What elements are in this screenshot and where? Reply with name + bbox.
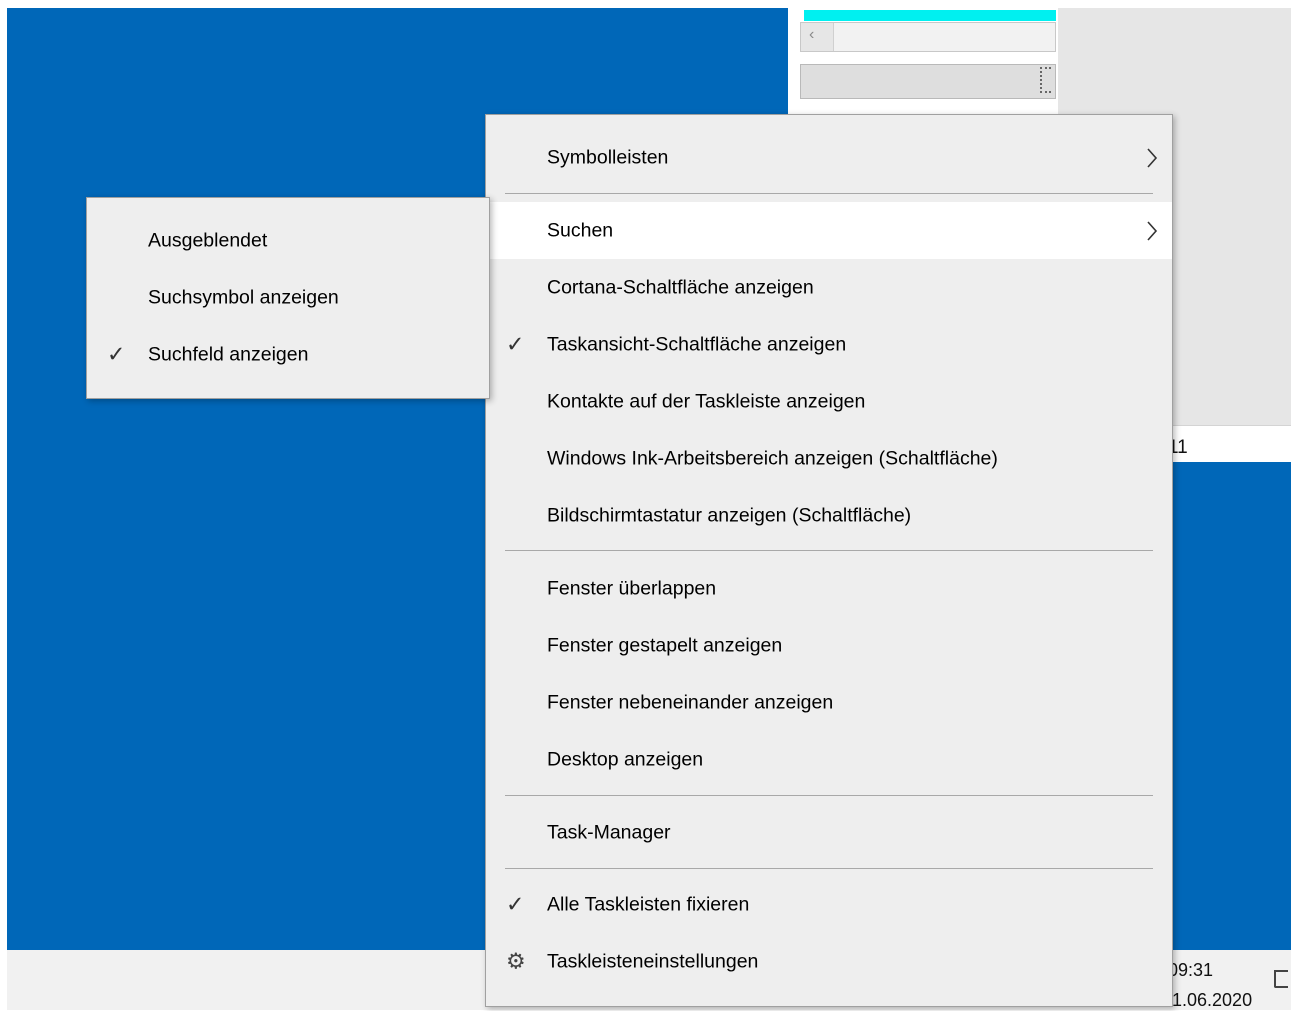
taskbar-clock-date[interactable]: 1.06.2020 bbox=[1172, 990, 1252, 1011]
background-window-scrollbar[interactable]: ‹ bbox=[800, 22, 1056, 52]
menu-item-taskbar-settings[interactable]: ⚙ Taskleisteneinstellungen bbox=[486, 933, 1172, 990]
menu-item-show-desktop[interactable]: Desktop anzeigen bbox=[486, 731, 1172, 788]
menu-item-label: Suchfeld anzeigen bbox=[148, 343, 309, 365]
gear-icon: ⚙ bbox=[506, 947, 526, 973]
taskbar-clock-time[interactable]: 09:31 bbox=[1168, 960, 1213, 981]
menu-item-label: Symbolleisten bbox=[547, 146, 669, 168]
menu-item-label: Suchen bbox=[547, 219, 614, 241]
menu-item-touch-keyboard[interactable]: Bildschirmtastatur anzeigen (Schaltfläch… bbox=[486, 487, 1172, 544]
menu-item-symbolleisten[interactable]: Symbolleisten bbox=[486, 129, 1172, 186]
menu-item-label: Fenster gestapelt anzeigen bbox=[547, 634, 783, 656]
menu-item-taskview-button[interactable]: ✓ Taskansicht-Schaltfläche anzeigen bbox=[486, 316, 1172, 373]
menu-item-label: Ausgeblendet bbox=[148, 229, 268, 251]
menu-item-windows-ink[interactable]: Windows Ink-Arbeitsbereich anzeigen (Sch… bbox=[486, 430, 1172, 487]
scroll-left-icon[interactable]: ‹ bbox=[809, 26, 814, 44]
check-icon: ✓ bbox=[107, 340, 126, 366]
menu-item-label: Fenster überlappen bbox=[547, 577, 717, 599]
menu-item-task-manager[interactable]: Task-Manager bbox=[486, 804, 1172, 861]
menu-item-suchen[interactable]: Suchen bbox=[486, 202, 1172, 259]
menu-item-label: Taskleisteneinstellungen bbox=[547, 950, 759, 972]
notification-center-icon[interactable] bbox=[1274, 970, 1288, 988]
chevron-right-icon bbox=[1147, 147, 1158, 168]
menu-item-label: Desktop anzeigen bbox=[547, 748, 704, 770]
menu-item-label: Alle Taskleisten fixieren bbox=[547, 893, 750, 915]
menu-item-label: Cortana-Schaltfläche anzeigen bbox=[547, 276, 814, 298]
submenu-item-search-icon[interactable]: Suchsymbol anzeigen bbox=[87, 269, 489, 326]
background-window-field[interactable] bbox=[800, 64, 1056, 99]
menu-item-label: Kontakte auf der Taskleiste anzeigen bbox=[547, 390, 866, 412]
taskbar-context-menu: Symbolleisten Suchen Cortana-Schaltfläch… bbox=[485, 114, 1173, 1007]
menu-item-contacts[interactable]: Kontakte auf der Taskleiste anzeigen bbox=[486, 373, 1172, 430]
check-icon: ✓ bbox=[506, 330, 525, 356]
menu-separator bbox=[505, 868, 1153, 869]
chevron-right-icon bbox=[1147, 220, 1158, 241]
search-submenu: Ausgeblendet Suchsymbol anzeigen ✓ Suchf… bbox=[86, 197, 490, 399]
menu-item-label: Taskansicht-Schaltfläche anzeigen bbox=[547, 333, 847, 355]
menu-item-cascade-windows[interactable]: Fenster überlappen bbox=[486, 560, 1172, 617]
field-edge-icon bbox=[1040, 67, 1051, 93]
menu-item-label: Task-Manager bbox=[547, 821, 671, 843]
scrollbar-track[interactable] bbox=[833, 23, 1055, 51]
menu-item-label: Suchsymbol anzeigen bbox=[148, 286, 339, 308]
menu-item-stack-windows[interactable]: Fenster gestapelt anzeigen bbox=[486, 617, 1172, 674]
submenu-item-search-box[interactable]: ✓ Suchfeld anzeigen bbox=[87, 326, 489, 383]
menu-item-label: Bildschirmtastatur anzeigen (Schaltfläch… bbox=[547, 504, 912, 526]
submenu-item-hidden[interactable]: Ausgeblendet bbox=[87, 212, 489, 269]
menu-item-cortana-button[interactable]: Cortana-Schaltfläche anzeigen bbox=[486, 259, 1172, 316]
check-icon: ✓ bbox=[506, 890, 525, 916]
menu-item-label: Windows Ink-Arbeitsbereich anzeigen (Sch… bbox=[547, 447, 998, 469]
menu-separator bbox=[505, 550, 1153, 551]
menu-item-lock-taskbars[interactable]: ✓ Alle Taskleisten fixieren bbox=[486, 876, 1172, 933]
menu-item-side-by-side[interactable]: Fenster nebeneinander anzeigen bbox=[486, 674, 1172, 731]
menu-separator bbox=[505, 193, 1153, 194]
menu-separator bbox=[505, 795, 1153, 796]
menu-item-label: Fenster nebeneinander anzeigen bbox=[547, 691, 834, 713]
